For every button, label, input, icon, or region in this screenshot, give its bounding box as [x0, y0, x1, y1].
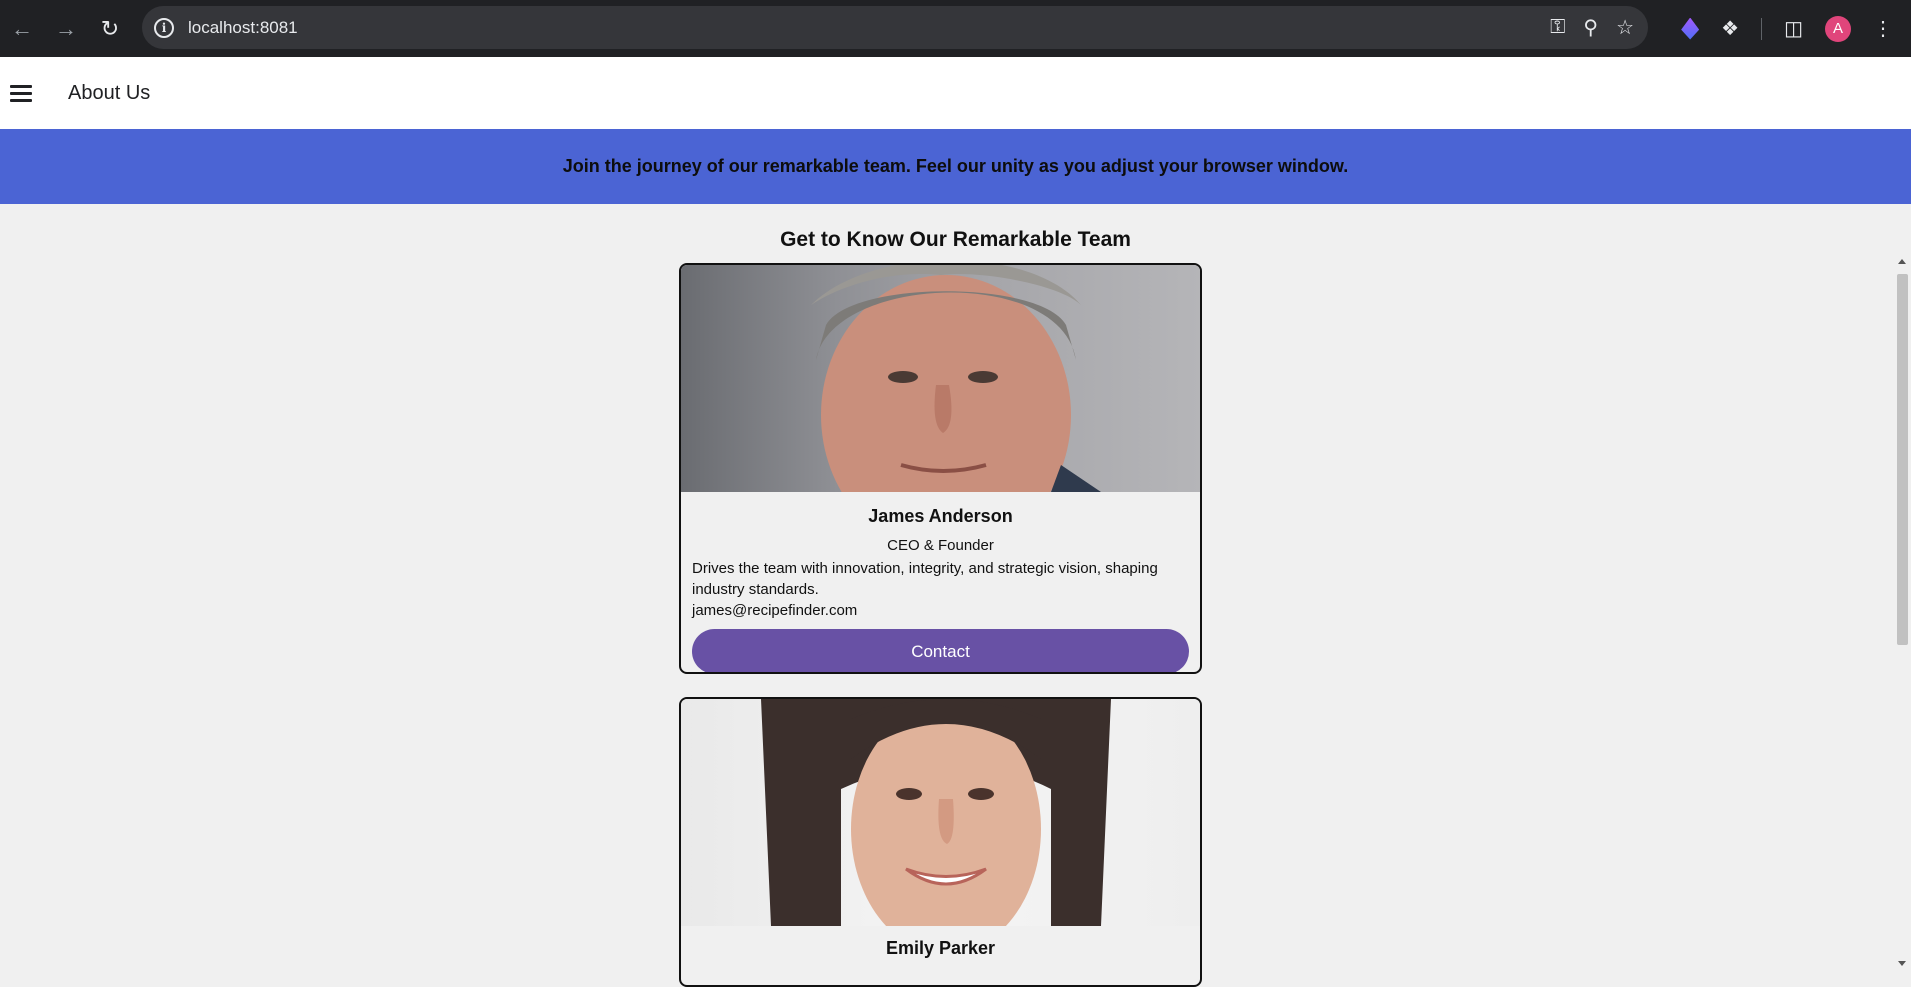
browser-toolbar: ← → ↻ i localhost:8081 ⚿ ⚲ ☆ ❖ ◫ A ⋮	[0, 0, 1911, 57]
member-role: CEO & Founder	[887, 537, 994, 554]
menu-dots-icon[interactable]: ⋮	[1873, 16, 1893, 41]
portrait-image	[811, 265, 1101, 492]
back-icon[interactable]: ←	[0, 7, 44, 51]
zoom-icon[interactable]: ⚲	[1583, 15, 1598, 40]
url-text[interactable]: localhost:8081	[188, 18, 298, 38]
scroll-up-arrow-icon[interactable]	[1898, 259, 1906, 264]
avatar[interactable]: A	[1825, 15, 1851, 42]
extension-gem-icon[interactable]	[1681, 17, 1700, 40]
scroll-down-arrow-icon[interactable]	[1898, 961, 1906, 966]
team-member-photo	[681, 699, 1200, 926]
info-icon[interactable]: i	[154, 17, 174, 38]
member-name: Emily Parker	[885, 938, 996, 958]
section-title: Get to Know Our Remarkable Team	[780, 228, 1131, 251]
star-icon[interactable]: ☆	[1616, 15, 1634, 40]
page-title: About Us	[68, 81, 151, 104]
team-card: Emily Parker	[679, 697, 1202, 987]
sidepanel-icon[interactable]: ◫	[1784, 16, 1803, 41]
banner-text: Join the journey of our remarkable team.…	[562, 156, 1349, 176]
extensions-icon[interactable]: ❖	[1721, 16, 1739, 41]
reload-icon[interactable]: ↻	[88, 7, 132, 51]
forward-icon[interactable]: →	[44, 7, 88, 51]
app-bar: About Us	[0, 57, 1911, 129]
intro-banner: Join the journey of our remarkable team.…	[0, 129, 1911, 204]
member-description: Drives the team with innovation, integri…	[692, 560, 1158, 598]
address-bar[interactable]: i localhost:8081 ⚿ ⚲ ☆	[142, 6, 1648, 49]
portrait-image	[761, 699, 1111, 926]
member-email: james@recipefinder.com	[692, 602, 858, 619]
page-scrollbar[interactable]	[1894, 257, 1911, 968]
contact-button[interactable]: Contact	[692, 629, 1189, 672]
key-icon[interactable]: ⚿	[1550, 16, 1565, 39]
team-member-photo	[681, 265, 1200, 492]
member-name: James Anderson	[868, 506, 1013, 526]
team-card: James Anderson CEO & Founder Drives the …	[679, 263, 1202, 674]
scroll-thumb[interactable]	[1897, 274, 1908, 645]
toolbar-divider	[1761, 17, 1763, 40]
hamburger-menu-icon[interactable]	[10, 84, 32, 102]
avatar-letter: A	[1832, 20, 1843, 37]
